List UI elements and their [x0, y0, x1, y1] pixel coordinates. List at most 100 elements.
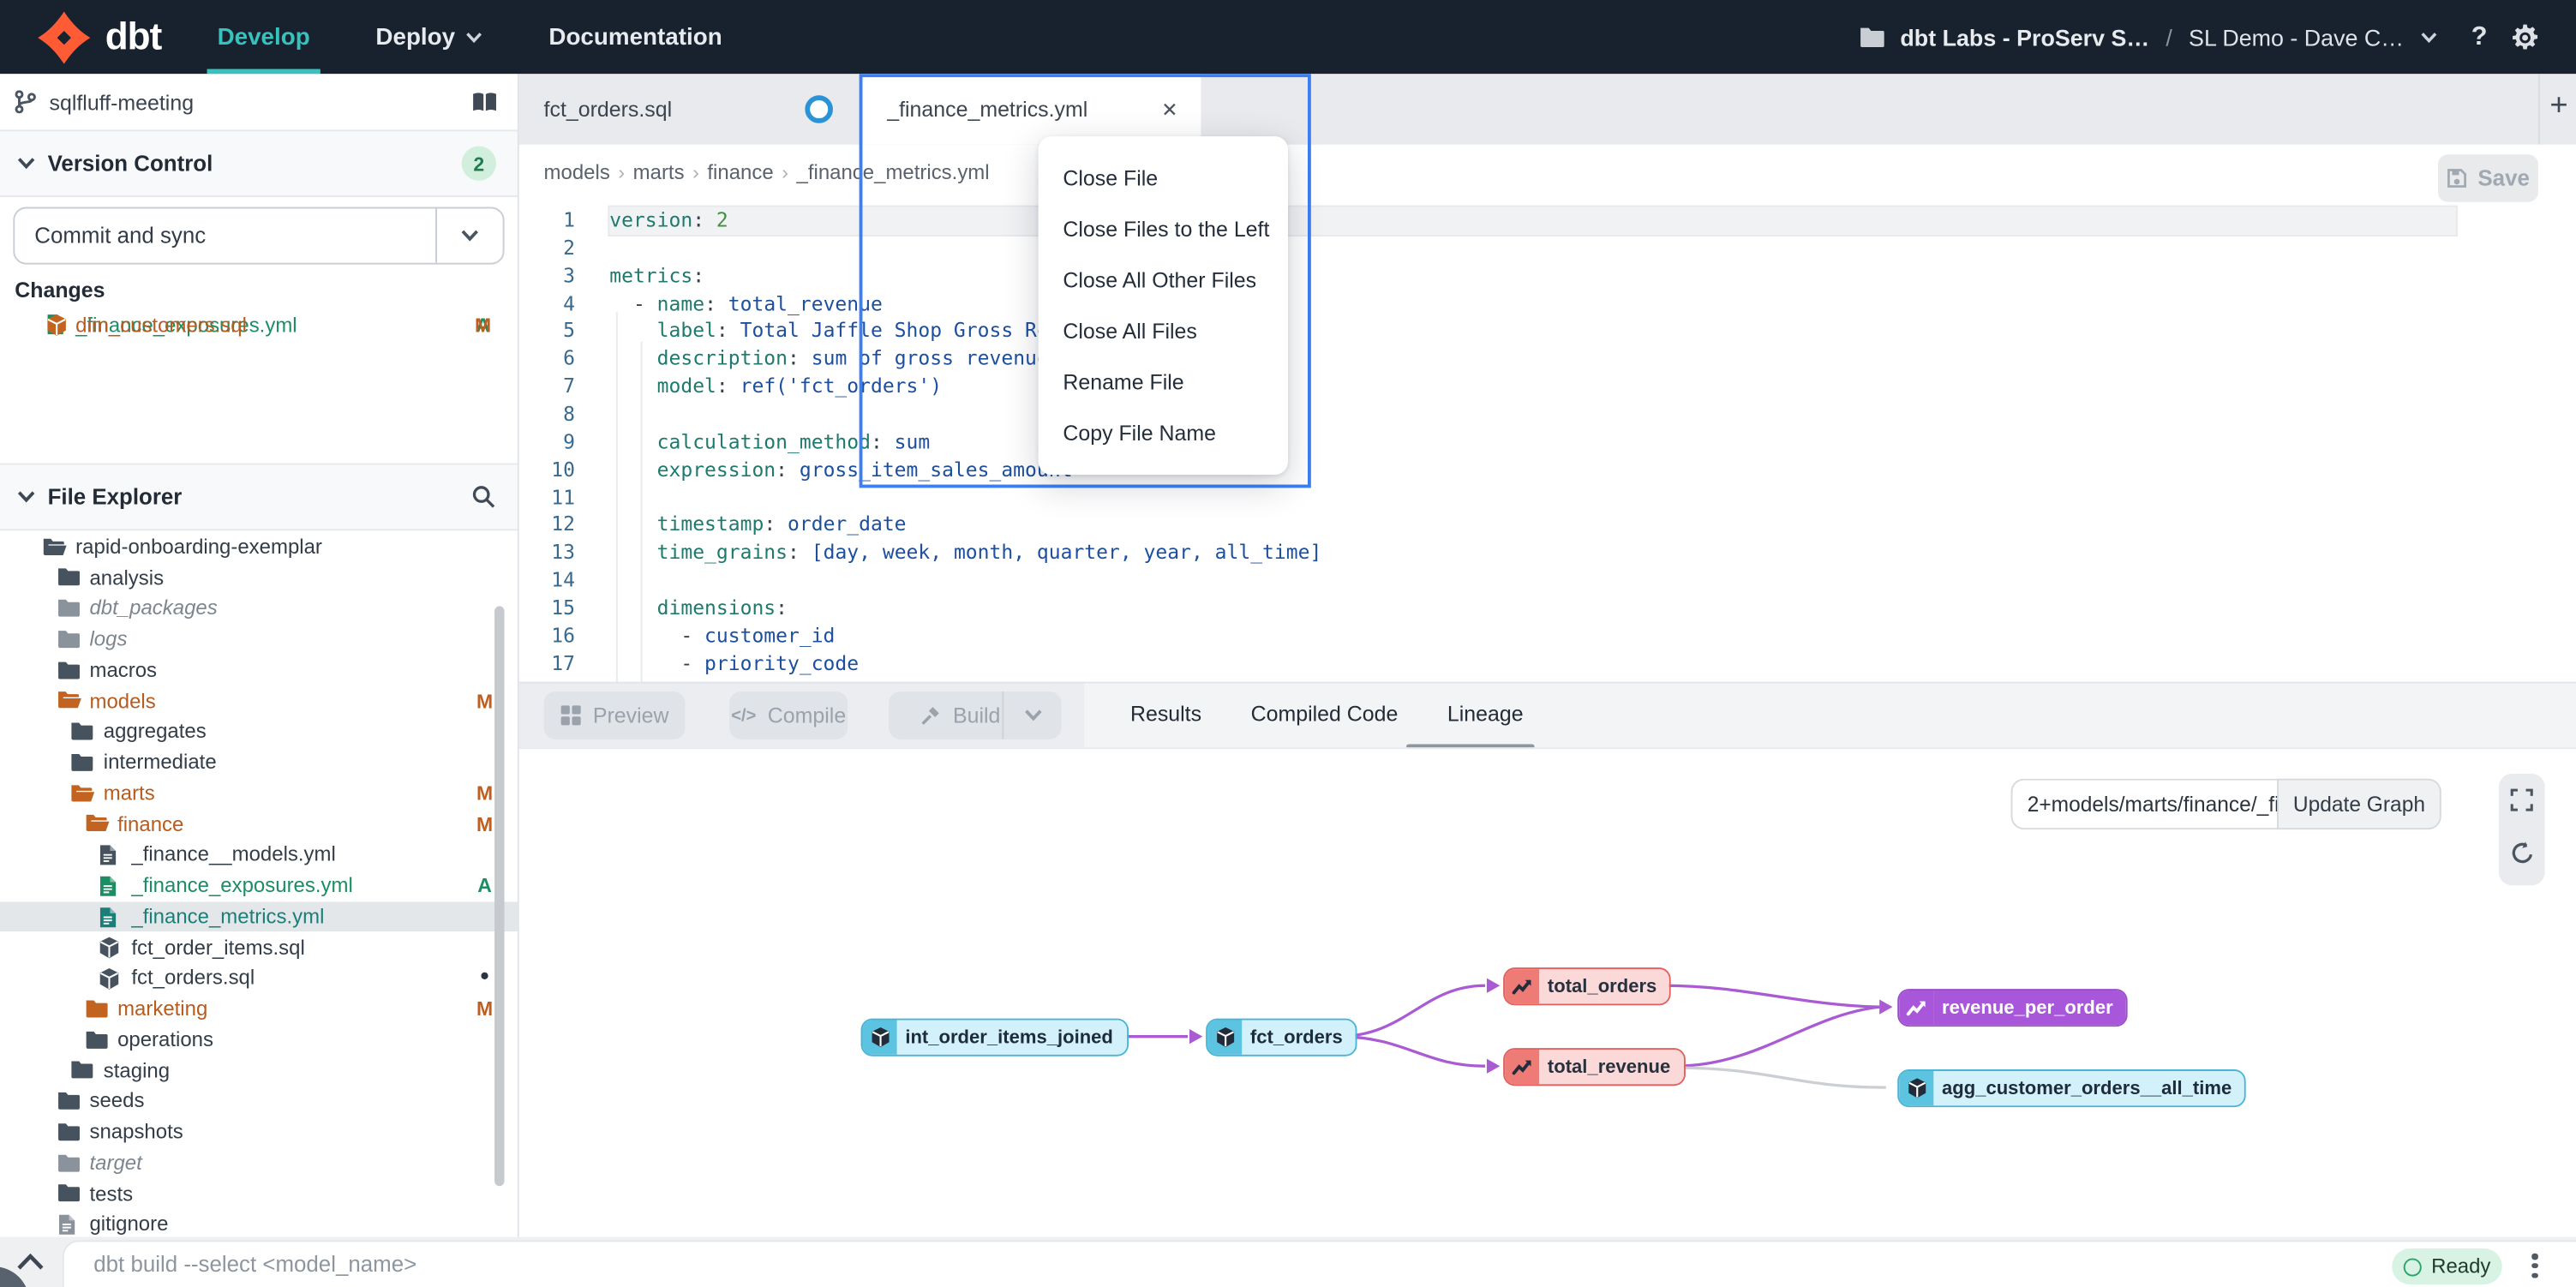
menu-item-close-all-other-files[interactable]: Close All Other Files [1039, 254, 1288, 305]
lineage-node-agg_customer_orders__all_time[interactable]: agg_customer_orders__all_time [1897, 1069, 2246, 1107]
menu-item-rename-file[interactable]: Rename File [1039, 356, 1288, 407]
nav-documentation[interactable]: Documentation [548, 0, 722, 74]
docs-book-icon[interactable] [471, 91, 498, 112]
tree-item-finance[interactable]: financeM [0, 809, 518, 840]
nav-deploy[interactable]: Deploy [375, 0, 482, 74]
build-options-chevron[interactable] [1023, 708, 1043, 722]
tree-item-marketing[interactable]: marketingM [0, 994, 518, 1025]
preview-button[interactable]: Preview [544, 691, 686, 739]
save-button[interactable]: Save [2438, 154, 2538, 202]
lineage-node-fct_orders[interactable]: fct_orders [1206, 1019, 1357, 1057]
tree-item-_finance_exposures.yml[interactable]: _finance_exposures.ymlA [0, 871, 518, 901]
dbt-cloud-ide: dbt Develop Deploy Documentation dbt Lab… [0, 0, 2576, 1287]
menu-item-close-file[interactable]: Close File [1039, 153, 1288, 203]
tree-item-intermediate[interactable]: intermediate [0, 747, 518, 778]
tab-lineage[interactable]: Lineage [1447, 702, 1524, 727]
branch-name[interactable]: sqlfluff-meeting [50, 89, 195, 114]
code-line-5: label: Total Jaffle Shop Gross Revenue [609, 318, 2456, 345]
line-number: 1 [519, 207, 575, 235]
tree-item-fct_orders.sql[interactable]: fct_orders.sql• [0, 963, 518, 994]
lineage-node-total_orders[interactable]: total_orders [1503, 967, 1671, 1005]
tree-item-snapshots[interactable]: snapshots [0, 1116, 518, 1147]
tree-item-_finance_metrics.yml[interactable]: _finance_metrics.yml [0, 901, 518, 932]
chevron-down-icon[interactable] [2420, 30, 2438, 43]
new-tab-button[interactable]: + [2549, 89, 2567, 125]
menu-item-copy-file-name[interactable]: Copy File Name [1039, 407, 1288, 458]
tree-item-analysis[interactable]: analysis [0, 562, 518, 593]
menu-item-close-all-files[interactable]: Close All Files [1039, 306, 1288, 356]
tree-item-seeds[interactable]: seeds [0, 1086, 518, 1116]
menu-item-close-files-to-the-left[interactable]: Close Files to the Left [1039, 204, 1288, 254]
folder-icon [57, 629, 80, 654]
command-input[interactable]: dbt build --select <model_name> Ready [63, 1240, 2576, 1287]
tree-item-models[interactable]: modelsM [0, 685, 518, 716]
commit-options-chevron[interactable] [435, 208, 503, 262]
expand-panel-chevron-icon[interactable] [16, 1254, 45, 1272]
gear-icon[interactable] [2510, 22, 2540, 52]
tab-compiled-code[interactable]: Compiled Code [1251, 702, 1399, 727]
git-status-badge: M [473, 690, 496, 713]
chevron-down-icon [465, 30, 483, 43]
code-line-7: model: ref('fct_orders') [609, 373, 2456, 400]
build-button-group[interactable]: Build [889, 691, 1061, 739]
tree-item-label: fct_order_items.sql [131, 936, 304, 959]
code-editor[interactable]: 1version: 223metrics:4 - name: total_rev… [519, 204, 2576, 682]
tree-item-gitignore[interactable]: gitignore [0, 1209, 518, 1240]
tree-item-staging[interactable]: staging [0, 1055, 518, 1086]
cube-icon [99, 937, 120, 965]
tree-item-label: rapid-onboarding-exemplar [75, 536, 322, 559]
project-name[interactable]: SL Demo - Dave C… [2189, 24, 2404, 51]
fullscreen-icon[interactable] [2510, 788, 2533, 811]
tree-item-operations[interactable]: operations [0, 1024, 518, 1055]
change-file-name: dim_customers.sql [75, 313, 247, 336]
tree-item-label: logs [89, 628, 127, 651]
folder-icon [85, 1029, 108, 1054]
tab-fct-orders[interactable]: fct_orders.sql [519, 74, 860, 144]
folder-open-icon [43, 536, 68, 561]
tree-item-label: target [89, 1152, 141, 1175]
file-tree-scrollbar[interactable] [494, 606, 505, 1186]
file-explorer-header[interactable]: File Explorer [0, 464, 518, 531]
update-graph-button[interactable]: Update Graph [2277, 779, 2441, 829]
changes-count-badge: 2 [462, 147, 496, 181]
lineage-node-revenue_per_order[interactable]: revenue_per_order [1897, 989, 2128, 1027]
close-tab-icon[interactable]: ✕ [1161, 98, 1177, 121]
tree-item-rapid-onboarding-exemplar[interactable]: rapid-onboarding-exemplar [0, 531, 518, 562]
account-name[interactable]: dbt Labs - ProServ S… [1900, 24, 2149, 51]
lineage-node-total_revenue[interactable]: total_revenue [1503, 1048, 1685, 1086]
git-status-badge: M [473, 812, 496, 835]
tree-item-logs[interactable]: logs [0, 624, 518, 655]
nav-develop[interactable]: Develop [218, 0, 310, 74]
tree-item-macros[interactable]: macros [0, 655, 518, 685]
indent-guide [641, 342, 643, 682]
cube-icon [46, 314, 68, 342]
tree-item-_finance__models.yml[interactable]: _finance__models.yml [0, 840, 518, 871]
breadcrumb-row: models› marts› finance› _finance_metrics… [519, 145, 2576, 206]
cube-icon [99, 967, 120, 996]
dbt-logo[interactable]: dbt [0, 9, 161, 65]
tree-item-label: intermediate [104, 751, 217, 775]
lineage-node-int_order_items_joined[interactable]: int_order_items_joined [861, 1019, 1129, 1057]
tree-item-dbt_packages[interactable]: dbt_packages [0, 593, 518, 624]
tree-item-marts[interactable]: martsM [0, 778, 518, 809]
line-number: 2 [519, 235, 575, 262]
reset-view-icon[interactable] [2509, 841, 2534, 866]
version-control-header[interactable]: Version Control 2 [0, 129, 518, 197]
kebab-menu-icon[interactable] [2531, 1250, 2537, 1282]
dbt-logo-icon [36, 9, 92, 65]
search-icon[interactable] [471, 485, 496, 510]
folder-open-icon [70, 783, 95, 808]
tab-finance-metrics[interactable]: _finance_metrics.yml ✕ [861, 74, 1201, 144]
commit-and-sync-button[interactable]: Commit and sync [13, 207, 504, 265]
tree-item-fct_order_items.sql[interactable]: fct_order_items.sql [0, 932, 518, 963]
lineage-selector-input[interactable]: 2+models/marts/finance/_fir [2011, 779, 2292, 829]
help-icon[interactable]: ? [2471, 22, 2488, 52]
tab-results[interactable]: Results [1130, 702, 1201, 727]
tree-item-target[interactable]: target [0, 1147, 518, 1178]
change-item-dim_customers.sql[interactable]: dim_customers.sql M [0, 308, 518, 339]
save-floppy-icon [2447, 168, 2468, 189]
tree-item-aggregates[interactable]: aggregates [0, 716, 518, 747]
compile-button[interactable]: </> Compile [729, 691, 848, 739]
metric-trend-icon [1505, 1050, 1539, 1084]
tree-item-tests[interactable]: tests [0, 1178, 518, 1209]
